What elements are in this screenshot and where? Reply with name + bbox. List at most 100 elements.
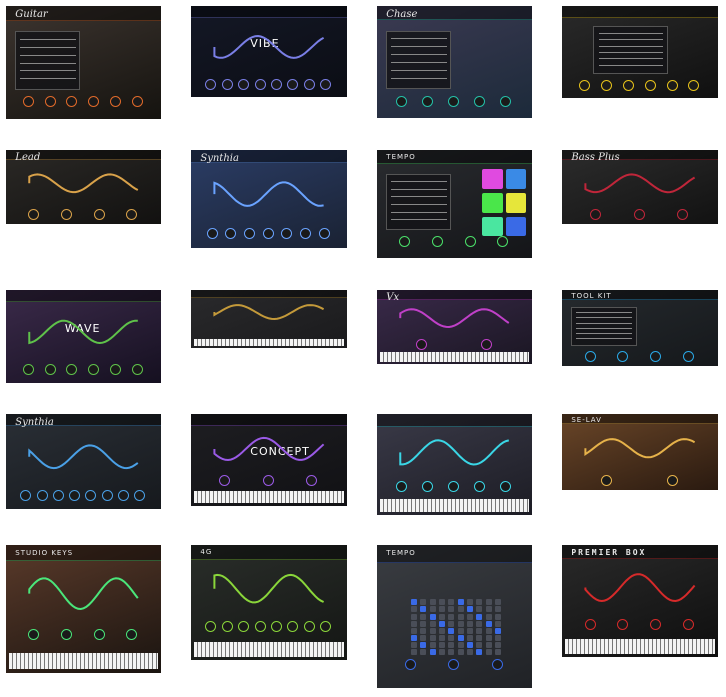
step-cell[interactable] xyxy=(411,620,418,627)
knob-control[interactable] xyxy=(584,350,596,362)
thumbnail-tempo-pads-plugin[interactable]: TEMPO xyxy=(377,150,532,258)
thumbnail-bass-plugin[interactable]: Bass Plus xyxy=(562,150,718,224)
knob-control[interactable] xyxy=(464,236,476,248)
knob-control[interactable] xyxy=(396,95,408,107)
knob-control[interactable] xyxy=(262,474,274,486)
step-cell[interactable] xyxy=(448,642,455,649)
preset-row[interactable] xyxy=(576,333,633,335)
step-cell[interactable] xyxy=(494,635,501,642)
knob-control[interactable] xyxy=(66,96,78,108)
knob-control[interactable] xyxy=(206,228,218,240)
knob-control[interactable] xyxy=(422,95,434,107)
thumbnail-concept-plugin[interactable]: CONCEPT xyxy=(191,414,347,506)
step-cell[interactable] xyxy=(429,606,436,613)
step-cell[interactable] xyxy=(457,642,464,649)
knob-control[interactable] xyxy=(221,78,233,90)
thumbnail-wave-plugin[interactable]: WAVE xyxy=(6,290,161,383)
thumbnail-chase-plugin[interactable]: Chase xyxy=(377,6,532,118)
step-cell[interactable] xyxy=(439,620,445,627)
knob-control[interactable] xyxy=(491,659,503,671)
thumbnail-synth-wave-plugin[interactable]: Synthia xyxy=(191,150,347,248)
step-cell[interactable] xyxy=(411,649,418,656)
piano-keyboard[interactable] xyxy=(380,352,529,362)
step-cell[interactable] xyxy=(466,606,473,613)
knob-control[interactable] xyxy=(584,618,596,630)
knob-control[interactable] xyxy=(117,490,129,501)
preset-row[interactable] xyxy=(391,211,447,213)
step-cell[interactable] xyxy=(429,642,436,649)
step-cell[interactable] xyxy=(457,627,464,634)
step-cell[interactable] xyxy=(420,627,427,634)
knob-control[interactable] xyxy=(666,474,678,486)
knob-control[interactable] xyxy=(44,96,56,108)
preset-row[interactable] xyxy=(598,32,663,34)
knob-control[interactable] xyxy=(601,79,612,91)
knob-control[interactable] xyxy=(432,236,444,248)
step-cell[interactable] xyxy=(485,635,492,642)
piano-keyboard[interactable] xyxy=(194,338,344,347)
knob-control[interactable] xyxy=(109,96,121,108)
preset-row[interactable] xyxy=(598,64,663,66)
knob-control[interactable] xyxy=(480,338,492,350)
knob-control[interactable] xyxy=(254,78,266,90)
step-cell[interactable] xyxy=(494,649,501,656)
knob-control[interactable] xyxy=(622,79,634,91)
step-cell[interactable] xyxy=(429,635,436,642)
knob-control[interactable] xyxy=(399,236,411,248)
preset-row[interactable] xyxy=(576,338,633,340)
knob-control[interactable] xyxy=(682,350,694,362)
step-cell[interactable] xyxy=(485,649,492,656)
knob-control[interactable] xyxy=(666,79,678,91)
preset-row[interactable] xyxy=(391,188,447,190)
drum-pad[interactable] xyxy=(505,216,526,237)
preset-row[interactable] xyxy=(20,70,76,72)
piano-keyboard[interactable] xyxy=(565,639,715,654)
step-cell[interactable] xyxy=(411,599,418,606)
preset-row[interactable] xyxy=(20,54,76,56)
step-cell[interactable] xyxy=(439,599,445,606)
knob-control[interactable] xyxy=(404,659,416,671)
knob-control[interactable] xyxy=(238,620,250,632)
step-cell[interactable] xyxy=(411,642,418,649)
knob-control[interactable] xyxy=(52,490,64,501)
knob-control[interactable] xyxy=(303,78,315,90)
preset-list-panel[interactable] xyxy=(15,30,81,90)
preset-row[interactable] xyxy=(576,312,633,314)
preset-row[interactable] xyxy=(576,322,633,324)
step-cell[interactable] xyxy=(411,606,418,613)
knob-control[interactable] xyxy=(254,620,266,632)
piano-keyboard[interactable] xyxy=(194,491,344,504)
step-cell[interactable] xyxy=(485,627,492,634)
preset-row[interactable] xyxy=(391,77,447,79)
step-cell[interactable] xyxy=(485,606,492,613)
knob-control[interactable] xyxy=(650,618,662,630)
preset-row[interactable] xyxy=(391,61,447,63)
preset-row[interactable] xyxy=(598,39,663,41)
step-cell[interactable] xyxy=(494,613,501,620)
knob-control[interactable] xyxy=(320,620,332,632)
step-cell[interactable] xyxy=(466,649,473,656)
knob-control[interactable] xyxy=(238,78,250,90)
knob-control[interactable] xyxy=(415,338,427,350)
thumbnail-4g-wavetable-plugin[interactable]: 4G xyxy=(191,545,347,660)
knob-control[interactable] xyxy=(688,79,700,91)
drum-pad[interactable] xyxy=(482,193,503,213)
step-cell[interactable] xyxy=(457,613,464,620)
step-cell[interactable] xyxy=(448,635,455,642)
preset-row[interactable] xyxy=(598,51,663,53)
step-cell[interactable] xyxy=(429,627,436,634)
preset-row[interactable] xyxy=(576,327,633,329)
knob-control[interactable] xyxy=(131,364,143,376)
preset-row[interactable] xyxy=(20,78,76,80)
piano-keyboard[interactable] xyxy=(9,652,158,670)
knob-control[interactable] xyxy=(448,659,460,671)
knob-control[interactable] xyxy=(474,480,486,492)
piano-keyboard[interactable] xyxy=(380,498,529,512)
knob-control[interactable] xyxy=(88,96,100,108)
step-cell[interactable] xyxy=(466,620,473,627)
step-cell[interactable] xyxy=(439,642,445,649)
knob-control[interactable] xyxy=(270,620,282,632)
step-cell[interactable] xyxy=(439,627,445,634)
thumbnail-vibe-plugin[interactable]: VIBE xyxy=(191,6,347,97)
preset-row[interactable] xyxy=(391,181,447,183)
